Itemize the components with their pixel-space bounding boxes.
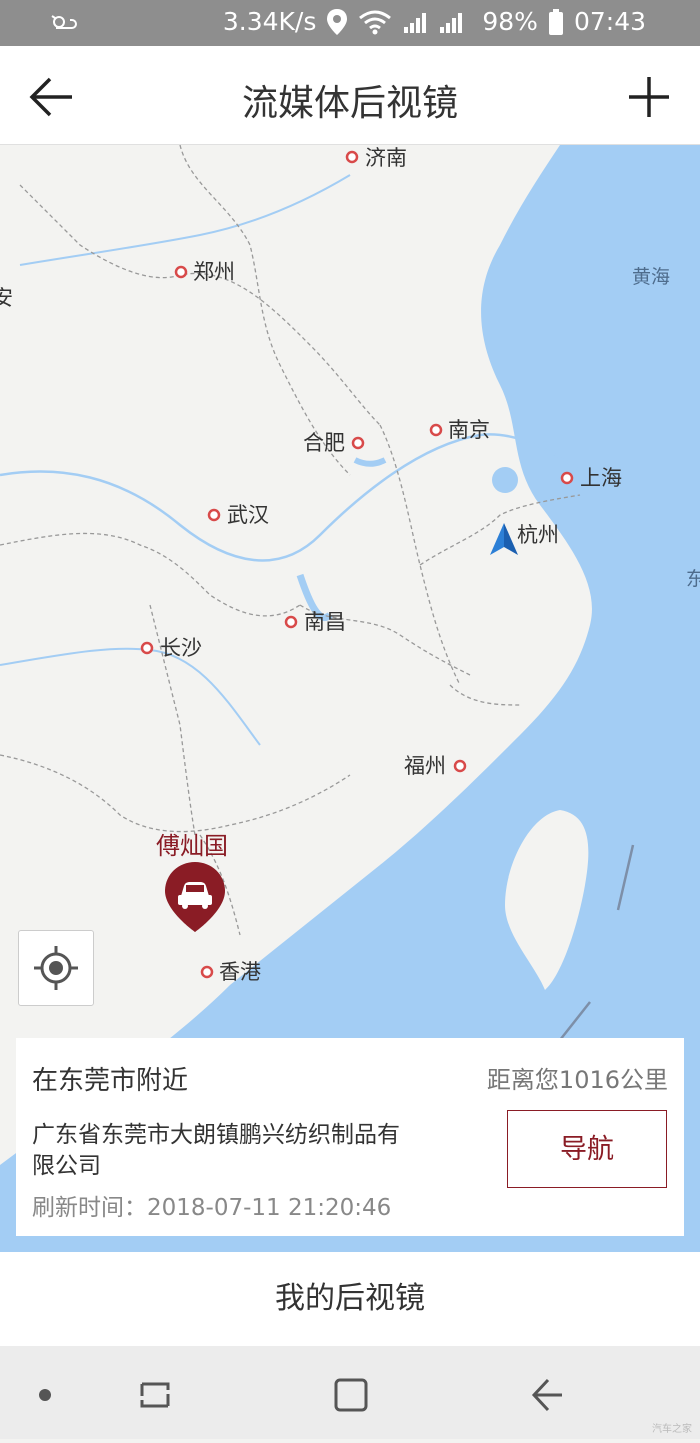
battery-percent: 98% bbox=[482, 7, 538, 36]
sea-label-yellow-sea: 黄海 bbox=[632, 266, 670, 288]
vehicle-marker-label: 傅灿国 bbox=[156, 832, 228, 860]
signal-icon bbox=[404, 12, 463, 33]
weather-icon bbox=[51, 15, 77, 29]
locate-button[interactable] bbox=[18, 930, 94, 1006]
clock: 07:43 bbox=[573, 7, 646, 36]
network-speed: 3.34K/s bbox=[222, 7, 317, 36]
back-icon[interactable] bbox=[531, 1378, 562, 1412]
my-mirror-button[interactable]: 我的后视镜 bbox=[0, 1252, 700, 1346]
address-text: 广东省东莞市大朗镇鹏兴纺织制品有限公司 bbox=[32, 1122, 400, 1179]
page-title: 流媒体后视镜 bbox=[241, 83, 458, 124]
home-icon[interactable] bbox=[334, 1378, 368, 1412]
city-label-zhengzhou: 郑州 bbox=[193, 260, 235, 284]
city-label-hangzhou: 杭州 bbox=[517, 523, 559, 547]
near-location-text: 在东莞市附近 bbox=[32, 1066, 189, 1096]
city-label-wuhan: 武汉 bbox=[227, 503, 269, 527]
city-label-nanjing: 南京 bbox=[448, 418, 490, 442]
wifi-icon bbox=[359, 10, 392, 34]
locate-crosshair-icon bbox=[34, 946, 78, 990]
watermark: 汽车之家 bbox=[652, 1424, 692, 1435]
city-label-jinan: 济南 bbox=[365, 146, 407, 170]
location-info-card: 在东莞市附近 距离您1016公里 广东省东莞市大朗镇鹏兴纺织制品有限公司 刷新时… bbox=[16, 1038, 684, 1236]
system-nav-bar bbox=[0, 1346, 700, 1439]
city-label-hongkong: 香港 bbox=[219, 960, 261, 984]
city-label-shanghai: 上海 bbox=[580, 466, 622, 490]
navigate-button[interactable]: 导航 bbox=[507, 1110, 667, 1188]
city-label-changsha: 长沙 bbox=[160, 636, 202, 660]
plus-icon[interactable] bbox=[626, 74, 672, 120]
location-pin-icon bbox=[327, 8, 348, 35]
status-bar: 3.34K/s 98% 07:43 bbox=[0, 0, 700, 46]
city-label-hefei: 合肥 bbox=[303, 431, 345, 455]
refresh-time-text: 刷新时间：2018-07-11 21:20:46 bbox=[32, 1195, 392, 1221]
dot-icon[interactable] bbox=[39, 1389, 51, 1401]
partial-label-left: 安 bbox=[0, 286, 13, 310]
app-bar: 流媒体后视镜 bbox=[0, 46, 700, 145]
partial-label-right: 东 bbox=[686, 568, 700, 590]
city-label-nanchang: 南昌 bbox=[304, 610, 346, 634]
recent-apps-icon[interactable] bbox=[140, 1382, 170, 1408]
city-label-fuzhou: 福州 bbox=[404, 754, 446, 778]
distance-text: 距离您1016公里 bbox=[486, 1066, 668, 1094]
battery-icon bbox=[548, 8, 563, 35]
